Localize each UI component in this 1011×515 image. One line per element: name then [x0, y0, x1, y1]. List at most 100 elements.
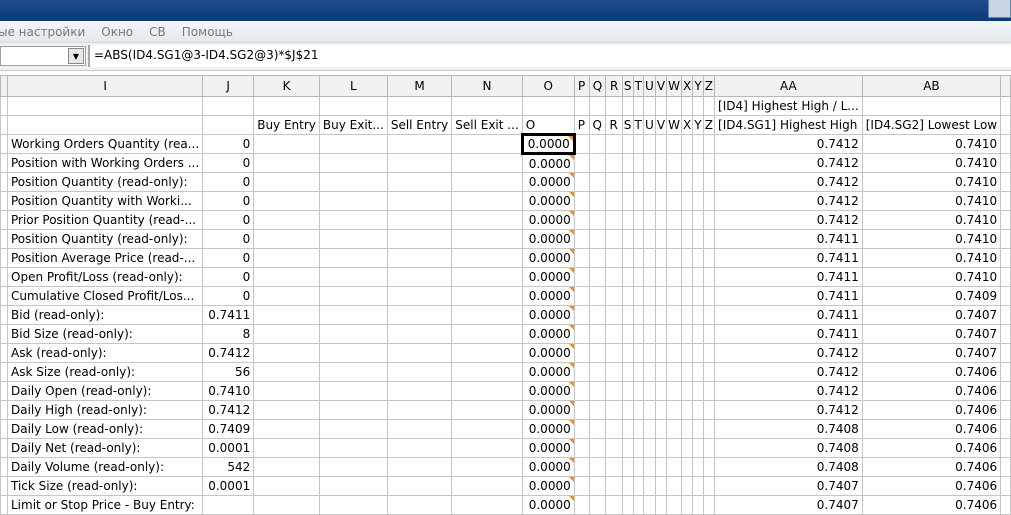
- cell[interactable]: [386, 362, 453, 382]
- cell[interactable]: [1000, 362, 1011, 382]
- cell[interactable]: [632, 96, 645, 116]
- cell[interactable]: [386, 400, 453, 420]
- cell[interactable]: [451, 457, 523, 477]
- row-label[interactable]: Limit or Stop Price - Buy Entry:: [6, 495, 204, 515]
- cell[interactable]: [588, 153, 607, 173]
- cell[interactable]: [666, 172, 682, 192]
- cell[interactable]: [702, 134, 716, 154]
- cell[interactable]: 0.0000: [521, 476, 575, 496]
- cell[interactable]: [621, 267, 634, 287]
- column-header-aa[interactable]: AA: [714, 75, 863, 97]
- column-header-k[interactable]: K: [253, 75, 320, 97]
- cell[interactable]: [632, 153, 645, 173]
- cell[interactable]: [654, 400, 668, 420]
- cell[interactable]: Z: [702, 115, 716, 135]
- cell[interactable]: 0.7412: [714, 400, 863, 420]
- cell[interactable]: [632, 457, 645, 477]
- column-header-ab[interactable]: AB: [861, 75, 1002, 97]
- cell[interactable]: [573, 324, 590, 344]
- cell[interactable]: [0, 153, 8, 173]
- row-label[interactable]: Bid Size (read-only):: [6, 324, 204, 344]
- cell[interactable]: [680, 153, 694, 173]
- cell[interactable]: [ID4.SG2] Lowest Low: [861, 115, 1002, 135]
- window-control-button[interactable]: [988, 0, 1011, 18]
- cell[interactable]: [632, 210, 645, 230]
- cell[interactable]: [702, 153, 716, 173]
- cell[interactable]: [621, 400, 634, 420]
- cell[interactable]: [0, 457, 8, 477]
- cell[interactable]: 0.7412: [202, 400, 255, 420]
- cell[interactable]: [588, 476, 607, 496]
- cell[interactable]: [253, 400, 320, 420]
- cell[interactable]: 0: [202, 248, 255, 268]
- cell[interactable]: [680, 286, 694, 306]
- cell[interactable]: [386, 191, 453, 211]
- cell[interactable]: [702, 381, 716, 401]
- row-label[interactable]: Cumulative Closed Profit/Los...: [6, 286, 204, 306]
- row-label[interactable]: Bid (read-only):: [6, 305, 204, 325]
- cell[interactable]: 0.0000: [521, 267, 575, 287]
- cell[interactable]: [632, 343, 645, 363]
- cell[interactable]: [692, 191, 704, 211]
- cell[interactable]: Y: [692, 115, 704, 135]
- cell[interactable]: [654, 438, 668, 458]
- cell[interactable]: [386, 457, 453, 477]
- cell[interactable]: [386, 229, 453, 249]
- cell[interactable]: [692, 305, 704, 325]
- cell[interactable]: [1000, 267, 1011, 287]
- cell[interactable]: [451, 286, 523, 306]
- cell[interactable]: [692, 400, 704, 420]
- cell[interactable]: [643, 495, 656, 515]
- cell[interactable]: [605, 495, 623, 515]
- cell[interactable]: [643, 210, 656, 230]
- cell[interactable]: [253, 229, 320, 249]
- cell[interactable]: [621, 96, 634, 116]
- cell[interactable]: [654, 191, 668, 211]
- cell[interactable]: 0.7409: [861, 286, 1002, 306]
- cell[interactable]: [702, 305, 716, 325]
- cell[interactable]: [605, 210, 623, 230]
- cell[interactable]: Sell Entry: [386, 115, 453, 135]
- cell[interactable]: [692, 324, 704, 344]
- cell[interactable]: [588, 419, 607, 439]
- cell[interactable]: [692, 134, 704, 154]
- cell[interactable]: [253, 191, 320, 211]
- cell[interactable]: 0.7406: [861, 438, 1002, 458]
- cell[interactable]: 0.7411: [714, 229, 863, 249]
- column-header-n[interactable]: N: [451, 75, 523, 97]
- cell[interactable]: [588, 248, 607, 268]
- cell[interactable]: [451, 476, 523, 496]
- cell[interactable]: [680, 419, 694, 439]
- cell[interactable]: 0.0001: [202, 476, 255, 496]
- cell[interactable]: [643, 419, 656, 439]
- cell[interactable]: [680, 495, 694, 515]
- column-header-m[interactable]: M: [386, 75, 453, 97]
- cell[interactable]: [573, 457, 590, 477]
- cell[interactable]: [605, 267, 623, 287]
- cell[interactable]: [605, 286, 623, 306]
- cell[interactable]: 0.7408: [714, 457, 863, 477]
- cell[interactable]: [680, 96, 694, 116]
- cell[interactable]: 0.0000: [521, 286, 575, 306]
- cell[interactable]: 0: [202, 210, 255, 230]
- cell[interactable]: [573, 343, 590, 363]
- cell[interactable]: [451, 229, 523, 249]
- cell[interactable]: [643, 343, 656, 363]
- cell[interactable]: [666, 191, 682, 211]
- cell[interactable]: [666, 267, 682, 287]
- cell[interactable]: 0.0000: [521, 153, 575, 173]
- cell[interactable]: 0: [202, 286, 255, 306]
- cell[interactable]: [451, 362, 523, 382]
- cell[interactable]: [680, 343, 694, 363]
- cell[interactable]: [666, 153, 682, 173]
- column-header-t[interactable]: T: [632, 75, 645, 97]
- cell[interactable]: [654, 476, 668, 496]
- cell[interactable]: [621, 457, 634, 477]
- cell[interactable]: [588, 324, 607, 344]
- cell[interactable]: [654, 96, 668, 116]
- cell[interactable]: 0.7412: [714, 153, 863, 173]
- cell[interactable]: [621, 210, 634, 230]
- cell[interactable]: [621, 286, 634, 306]
- cell[interactable]: [0, 381, 8, 401]
- cell[interactable]: [643, 438, 656, 458]
